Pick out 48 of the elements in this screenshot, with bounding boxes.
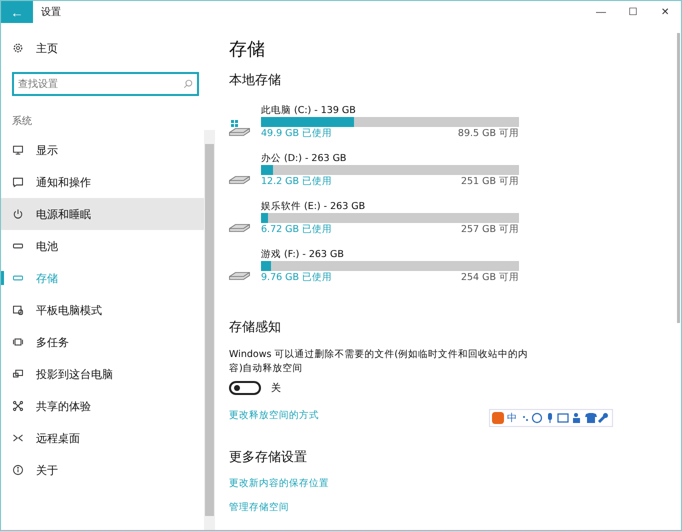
windows-logo-icon	[231, 120, 238, 126]
nav-icon	[12, 464, 24, 476]
section-heading: 存储感知	[229, 319, 282, 336]
nav-item[interactable]: 远程桌面	[1, 422, 204, 454]
ime-logo-icon	[492, 412, 504, 424]
window-control[interactable]: —	[585, 1, 617, 23]
search-icon	[183, 79, 193, 89]
nav-icon	[12, 144, 24, 156]
nav-icon	[12, 176, 24, 188]
nav-item[interactable]: 投影到这台电脑	[1, 358, 204, 390]
nav-item[interactable]: 关于	[1, 454, 204, 486]
drive-icon	[229, 176, 250, 184]
toggle-switch[interactable]	[229, 381, 261, 395]
nav-icon	[12, 432, 24, 444]
description: Windows 可以通过删除不需要的文件(例如临时文件和回收站中的内容)自动释放空间	[229, 348, 529, 376]
section-label: 系统	[11, 114, 33, 126]
window-title: 设置	[41, 6, 62, 19]
nav-item[interactable]: 共享的体验	[1, 390, 204, 422]
drive-entry[interactable]: 游戏 (F:) - 263 GB 9.76 GB 已使用 254 GB 可用	[261, 249, 519, 284]
nav-item[interactable]: 电源和睡眠	[1, 198, 204, 230]
drive-entry[interactable]: 娱乐软件 (E:) - 263 GB 6.72 GB 已使用 257 GB 可用	[261, 201, 519, 236]
section-heading: 本地存储	[229, 72, 282, 89]
toggle-label: 关	[271, 382, 281, 395]
nav-item[interactable]: 平板电脑模式	[1, 294, 204, 326]
drive-icon	[229, 272, 250, 280]
drive-entry[interactable]: 此电脑 (C:) - 139 GB 49.9 GB 已使用 89.5 GB 可用	[261, 105, 519, 140]
nav-item[interactable]: 多任务	[1, 326, 204, 358]
nav-icon	[12, 208, 24, 220]
drive-entry[interactable]: 办公 (D:) - 263 GB 12.2 GB 已使用 251 GB 可用	[261, 153, 519, 188]
window-control[interactable]: ✕	[649, 1, 681, 23]
nav-item[interactable]: 电池	[1, 230, 204, 262]
nav-item[interactable]: 显示	[1, 134, 204, 166]
nav-icon	[12, 304, 24, 316]
window-control[interactable]: ☐	[617, 1, 649, 23]
nav-icon	[12, 336, 24, 348]
scrollbar[interactable]	[204, 130, 215, 530]
page-title: 存储	[229, 38, 266, 61]
nav-item[interactable]: 通知和操作	[1, 166, 204, 198]
section-heading: 更多存储设置	[229, 449, 308, 466]
input-mode-toggle[interactable]: 中	[507, 411, 517, 425]
gear-icon	[12, 42, 24, 54]
home-link[interactable]: 主页	[36, 40, 58, 56]
drive-icon	[229, 224, 250, 232]
drive-icon	[229, 128, 250, 136]
nav-icon	[12, 368, 24, 380]
scrollbar[interactable]	[677, 33, 680, 323]
search-field[interactable]: 查找设置	[12, 72, 199, 96]
nav-icon	[12, 400, 24, 412]
